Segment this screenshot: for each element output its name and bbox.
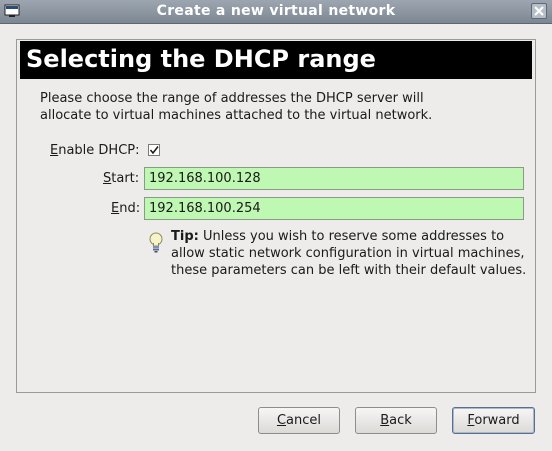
close-button[interactable] xyxy=(531,3,547,19)
enable-dhcp-label: Enable DHCP: xyxy=(50,143,140,158)
page-title: Selecting the DHCP range xyxy=(26,45,376,73)
tip-prefix: Tip: xyxy=(171,229,199,244)
cancel-button[interactable]: Cancel xyxy=(258,407,340,434)
back-button[interactable]: Back xyxy=(355,407,437,434)
tip-line-2: allow static network configuration in vi… xyxy=(171,246,525,261)
tip-line-3: these parameters can be left with their … xyxy=(171,263,527,278)
forward-label: orward xyxy=(474,413,520,428)
end-mnemonic: E xyxy=(111,201,120,216)
back-mnemonic: B xyxy=(380,413,390,428)
tip-text: Tip: Unless you wish to reserve some add… xyxy=(171,228,541,279)
start-address-input[interactable]: 192.168.100.128 xyxy=(144,167,524,190)
tip-line-1-text: Unless you wish to reserve some addresse… xyxy=(198,229,505,244)
back-label: ack xyxy=(389,413,412,428)
end-label-text: nd: xyxy=(119,201,141,216)
description-line-2: allocate to virtual machines attached to… xyxy=(40,108,433,123)
page-description: Please choose the range of addresses the… xyxy=(40,90,510,124)
description-line-1: Please choose the range of addresses the… xyxy=(40,91,424,106)
enable-dhcp-label-text: nable DHCP: xyxy=(58,143,140,158)
cancel-mnemonic: C xyxy=(276,413,287,428)
window-title: Create a new virtual network xyxy=(156,3,396,19)
enable-dhcp-checkbox[interactable] xyxy=(148,144,160,156)
end-address-input[interactable]: 192.168.100.254 xyxy=(144,197,524,220)
enable-dhcp-mnemonic: E xyxy=(50,143,59,158)
tip-line-1: Tip: Unless you wish to reserve some add… xyxy=(171,228,541,245)
start-label: Start: xyxy=(103,171,139,186)
end-label: End: xyxy=(111,201,140,216)
start-label-text: tart: xyxy=(111,171,140,186)
checkmark-icon xyxy=(149,146,159,155)
page-header: Selecting the DHCP range xyxy=(20,41,532,79)
forward-button[interactable]: Forward xyxy=(452,407,535,434)
cancel-label: ancel xyxy=(286,413,322,428)
lightbulb-icon xyxy=(149,232,163,253)
title-bar[interactable]: Create a new virtual network xyxy=(0,0,552,24)
close-icon xyxy=(534,6,544,16)
